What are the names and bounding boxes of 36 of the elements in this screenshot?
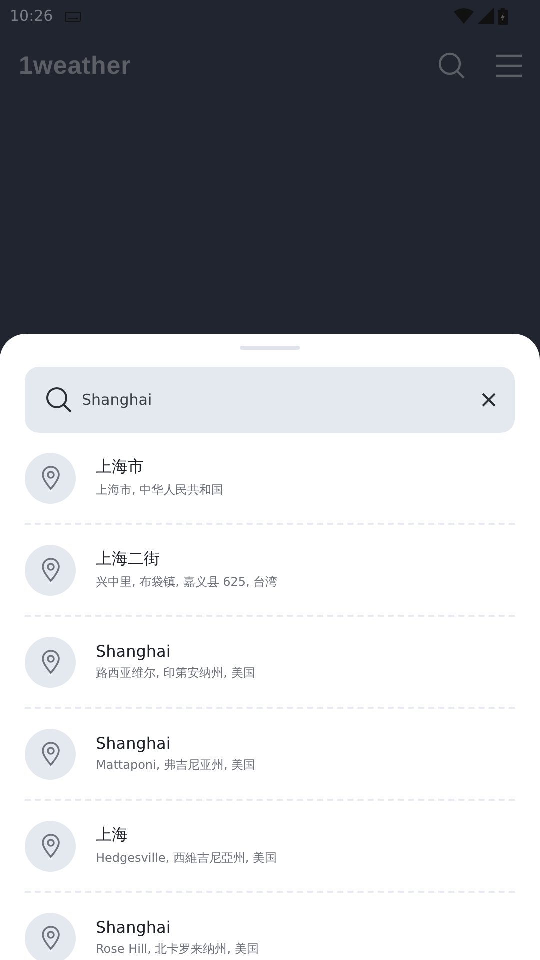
location-detail: Hedgesville, 西維吉尼亞州, 美国 bbox=[96, 850, 278, 867]
search-text[interactable]: Shanghai bbox=[82, 391, 472, 409]
location-pin-icon bbox=[25, 544, 76, 596]
search-bar[interactable]: Shanghai bbox=[25, 367, 515, 433]
signal-icon bbox=[478, 8, 494, 24]
location-pin-icon bbox=[25, 452, 76, 504]
location-name: Shanghai bbox=[96, 734, 172, 753]
location-result[interactable]: 上海市 上海市, 中华人民共和国 bbox=[25, 433, 515, 523]
search-icon[interactable] bbox=[438, 52, 466, 80]
close-icon[interactable] bbox=[482, 393, 496, 407]
location-name: 上海 bbox=[96, 825, 129, 846]
location-result[interactable]: 上海二街 兴中里, 布袋镇, 嘉义县 625, 台湾 bbox=[25, 525, 515, 615]
location-name: 上海二街 bbox=[96, 549, 161, 570]
location-pin-icon bbox=[25, 728, 76, 780]
search-icon bbox=[46, 387, 72, 413]
location-result[interactable]: 上海 Hedgesville, 西維吉尼亞州, 美国 bbox=[25, 801, 515, 891]
location-pin-icon bbox=[25, 912, 76, 960]
status-time: 10:26 bbox=[10, 7, 54, 25]
location-result[interactable]: Shanghai Mattaponi, 弗吉尼亚州, 美国 bbox=[25, 709, 515, 799]
app-logo: 1weather bbox=[19, 52, 132, 80]
location-detail: 路西亚维尔, 印第安纳州, 美国 bbox=[96, 665, 256, 682]
location-pin-icon bbox=[25, 636, 76, 688]
location-detail: Rose Hill, 北卡罗来纳州, 美国 bbox=[96, 941, 259, 958]
location-name: Shanghai bbox=[96, 918, 172, 937]
menu-icon[interactable] bbox=[496, 54, 522, 78]
location-name: Shanghai bbox=[96, 642, 172, 661]
location-detail: 上海市, 中华人民共和国 bbox=[96, 482, 224, 499]
keyboard-icon bbox=[65, 12, 82, 22]
location-result[interactable]: Shanghai 路西亚维尔, 印第安纳州, 美国 bbox=[25, 617, 515, 707]
location-result[interactable]: Shanghai Rose Hill, 北卡罗来纳州, 美国 bbox=[25, 893, 515, 960]
location-detail: 兴中里, 布袋镇, 嘉义县 625, 台湾 bbox=[96, 574, 278, 591]
location-pin-icon bbox=[25, 820, 76, 872]
battery-icon bbox=[498, 8, 508, 24]
wifi-icon bbox=[454, 8, 474, 24]
location-name: 上海市 bbox=[96, 457, 145, 478]
location-detail: Mattaponi, 弗吉尼亚州, 美国 bbox=[96, 757, 256, 774]
